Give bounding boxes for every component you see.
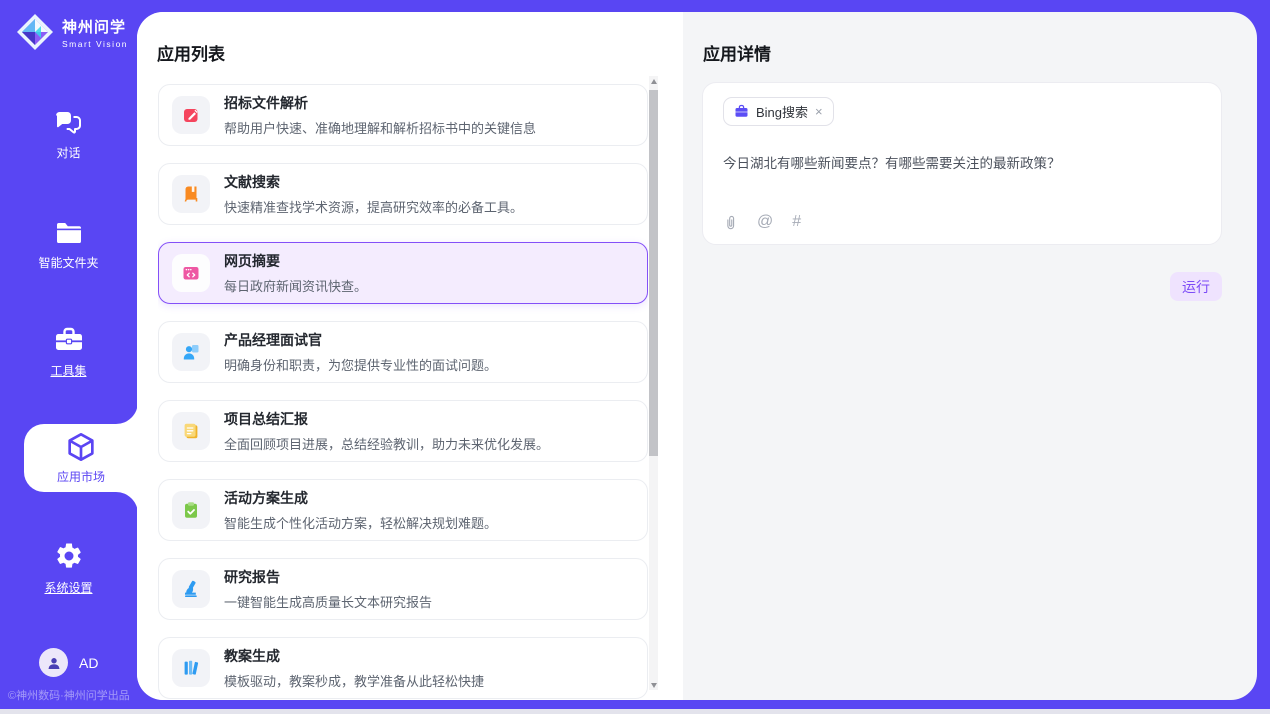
app-title: 网页摘要 — [224, 251, 367, 271]
user-account[interactable]: AD — [39, 648, 98, 677]
browser-code-icon — [172, 254, 210, 292]
brand-subtitle: Smart Vision — [62, 39, 128, 49]
app-title: 活动方案生成 — [224, 488, 497, 508]
app-title: 文献搜索 — [224, 172, 523, 192]
blob-curve-top — [116, 402, 138, 424]
app-desc: 明确身份和职责，为您提供专业性的面试问题。 — [224, 355, 497, 374]
app-desc: 全面回顾项目进展，总结经验教训，助力未来优化发展。 — [224, 434, 549, 453]
app-title: 项目总结汇报 — [224, 409, 549, 429]
diamond-logo-icon — [14, 11, 56, 53]
brand-name: 神州问学 — [62, 16, 128, 37]
app-card-lesson-plan[interactable]: 教案生成 模板驱动，教案秒成，教学准备从此轻松快捷 — [158, 637, 648, 699]
app-desc: 模板驱动，教案秒成，教学准备从此轻松快捷 — [224, 671, 484, 690]
gear-icon — [54, 541, 84, 571]
folder-icon — [54, 220, 84, 246]
brand-logo: 神州问学 Smart Vision — [14, 11, 128, 53]
app-card-pm-interviewer[interactable]: 产品经理面试官 明确身份和职责，为您提供专业性的面试问题。 — [158, 321, 648, 383]
books-icon — [172, 649, 210, 687]
sidebar: 神州问学 Smart Vision 对话 智能文件夹 — [0, 0, 137, 709]
tool-tag-bing-search[interactable]: Bing搜索 × — [723, 97, 834, 126]
app-frame: 神州问学 Smart Vision 对话 智能文件夹 — [0, 0, 1270, 709]
app-title: 研究报告 — [224, 567, 432, 587]
app-card-research-report[interactable]: 研究报告 一键智能生成高质量长文本研究报告 — [158, 558, 648, 620]
app-card-literature-search[interactable]: 文献搜索 快速精准查找学术资源，提高研究效率的必备工具。 — [158, 163, 648, 225]
interviewer-icon — [172, 333, 210, 371]
sidebar-item-smart-folder[interactable]: 智能文件夹 — [0, 220, 137, 271]
sidebar-item-settings[interactable]: 系统设置 — [0, 541, 137, 596]
question-text[interactable]: 今日湖北有哪些新闻要点？有哪些需要关注的最新政策？ — [723, 152, 1193, 172]
paperclip-icon[interactable] — [723, 214, 738, 231]
app-desc: 一键智能生成高质量长文本研究报告 — [224, 592, 432, 611]
chat-icon — [54, 110, 84, 136]
microscope-icon — [172, 570, 210, 608]
run-button[interactable]: 运行 — [1170, 272, 1222, 301]
sidebar-item-label: 应用市场 — [57, 468, 105, 485]
app-title: 产品经理面试官 — [224, 330, 497, 350]
close-icon[interactable]: × — [815, 105, 823, 118]
app-desc: 智能生成个性化活动方案，轻松解决规划难题。 — [224, 513, 497, 532]
scroll-up-arrow[interactable] — [649, 76, 658, 86]
edit-document-icon — [172, 96, 210, 134]
user-icon — [45, 654, 63, 672]
app-list: 招标文件解析 帮助用户快速、准确地理解和解析招标书中的关键信息 文献搜索 快速精… — [158, 84, 648, 700]
briefcase-icon — [734, 104, 749, 119]
app-detail-title: 应用详情 — [703, 40, 771, 65]
app-desc: 每日政府新闻资讯快查。 — [224, 276, 367, 295]
app-card-event-plan[interactable]: 活动方案生成 智能生成个性化活动方案，轻松解决规划难题。 — [158, 479, 648, 541]
hash-icon[interactable]: # — [792, 213, 801, 231]
sidebar-item-label: 系统设置 — [44, 579, 92, 596]
app-card-project-summary[interactable]: 项目总结汇报 全面回顾项目进展，总结经验教训，助力未来优化发展。 — [158, 400, 648, 462]
sidebar-item-app-market[interactable]: 应用市场 — [24, 424, 138, 492]
sidebar-item-label: 对话 — [56, 144, 80, 161]
user-initials: AD — [79, 655, 98, 671]
app-detail-panel: 应用详情 Bing搜索 × 今日湖北有哪些新闻要点？有哪些需要关注的最新政策？ — [683, 12, 1257, 700]
copyright-note: ©神州数码·神州问学出品 — [8, 687, 130, 703]
content-shell: 应用列表 招标文件解析 帮助用户快速、准确地理解和解析招标书中的关键信息 — [137, 12, 1257, 700]
app-desc: 快速精准查找学术资源，提高研究效率的必备工具。 — [224, 197, 523, 216]
app-desc: 帮助用户快速、准确地理解和解析招标书中的关键信息 — [224, 118, 536, 137]
notes-icon — [172, 412, 210, 450]
input-toolbar: @ # — [723, 213, 801, 231]
app-title: 招标文件解析 — [224, 93, 536, 113]
sidebar-item-label: 智能文件夹 — [38, 254, 98, 271]
app-list-panel: 应用列表 招标文件解析 帮助用户快速、准确地理解和解析招标书中的关键信息 — [137, 12, 683, 700]
blob-curve-bottom — [116, 492, 138, 514]
avatar — [39, 648, 68, 677]
sidebar-item-label: 工具集 — [50, 362, 86, 379]
prompt-card: Bing搜索 × 今日湖北有哪些新闻要点？有哪些需要关注的最新政策？ @ # — [702, 82, 1222, 245]
book-icon — [172, 175, 210, 213]
list-scrollbar[interactable] — [649, 76, 658, 690]
app-card-web-summary[interactable]: 网页摘要 每日政府新闻资讯快查。 — [158, 242, 648, 304]
clipboard-check-icon — [172, 491, 210, 529]
toolbox-icon — [53, 326, 85, 354]
sidebar-item-chat[interactable]: 对话 — [0, 110, 137, 161]
app-list-title: 应用列表 — [157, 40, 225, 65]
tool-tag-label: Bing搜索 — [756, 102, 808, 121]
app-title: 教案生成 — [224, 646, 484, 666]
mention-icon[interactable]: @ — [757, 213, 773, 231]
cube-icon — [65, 431, 97, 463]
scroll-down-arrow[interactable] — [649, 680, 658, 690]
sidebar-item-toolset[interactable]: 工具集 — [0, 326, 137, 379]
app-card-bid-analysis[interactable]: 招标文件解析 帮助用户快速、准确地理解和解析招标书中的关键信息 — [158, 84, 648, 146]
scrollbar-thumb[interactable] — [649, 90, 658, 456]
